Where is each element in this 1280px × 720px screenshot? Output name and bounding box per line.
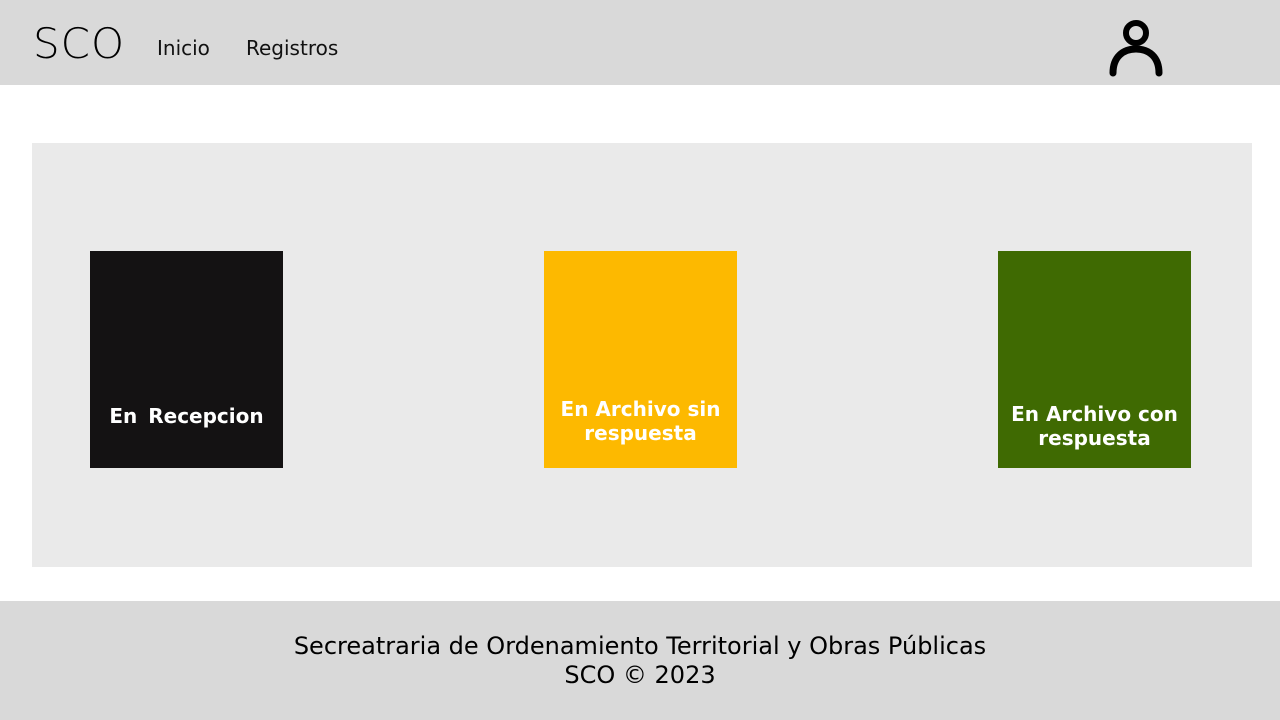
card-label-en-archivo-con-respuesta: En Archivo con respuesta xyxy=(1011,402,1178,450)
card-label-en-recepcion: En Recepcion xyxy=(109,404,264,428)
card-label-en-archivo-sin-respuesta: En Archivo sin respuesta xyxy=(560,397,721,445)
card-en-recepcion[interactable]: En Recepcion xyxy=(90,251,283,468)
nav-link-registros[interactable]: Registros xyxy=(246,36,338,60)
card-en-archivo-sin-respuesta[interactable]: En Archivo sin respuesta xyxy=(544,251,737,468)
top-navbar: SCO Inicio Registros xyxy=(0,0,1280,85)
page-footer: Secreatraria de Ordenamiento Territorial… xyxy=(0,601,1280,720)
footer-copyright: SCO © 2023 xyxy=(564,661,716,689)
card-en-archivo-con-respuesta[interactable]: En Archivo con respuesta xyxy=(998,251,1191,468)
status-cards-panel: En Recepcion En Archivo sin respuesta En… xyxy=(32,143,1252,567)
nav-link-inicio[interactable]: Inicio xyxy=(157,36,210,60)
user-account-icon[interactable] xyxy=(1106,17,1166,79)
footer-organization-name: Secreatraria de Ordenamiento Territorial… xyxy=(293,632,987,660)
app-logo[interactable]: SCO xyxy=(33,20,125,68)
